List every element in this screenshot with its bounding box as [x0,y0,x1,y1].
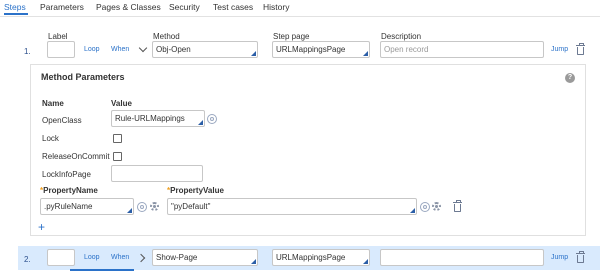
open-rule-icon[interactable] [207,114,217,124]
help-icon[interactable]: ? [565,73,575,83]
jump-link[interactable]: Jump [551,254,568,261]
open-value-icon[interactable] [420,202,430,212]
autocomplete-corner-icon [127,208,132,213]
add-property-icon[interactable]: + [38,221,45,233]
tab-security[interactable]: Security [169,2,200,12]
description-input[interactable] [380,249,544,266]
focus-indicator [70,269,134,271]
method-value: Obj-Open [156,45,191,54]
column-header-label: Label [48,32,68,41]
value-header: Value [111,99,132,108]
when-link[interactable]: When [111,254,129,261]
delete-property-icon[interactable] [453,200,462,212]
property-name-header-text: PropertyName [43,186,98,195]
tab-test-cases[interactable]: Test cases [213,2,253,12]
open-property-icon[interactable] [137,202,147,212]
description-input[interactable]: Open record [380,41,544,58]
property-name-value: .pyRuleName [44,202,93,211]
open-class-value: Rule-URLMappings [115,114,185,123]
property-value-header: *PropertyValue [167,186,224,195]
lock-info-page-label: LockInfoPage [42,170,91,179]
delete-step-icon[interactable] [576,251,585,263]
property-value-header-text: PropertyValue [170,186,224,195]
open-class-label: OpenClass [42,116,82,125]
column-header-description: Description [381,32,422,41]
lock-label: Lock [42,134,59,143]
autocomplete-corner-icon [251,51,256,56]
method-value: Show-Page [156,253,198,262]
step-number: 1. [24,47,31,56]
active-tab-indicator [4,13,28,15]
release-on-commit-label: ReleaseOnCommit [42,152,110,161]
column-header-step-page: Step page [273,32,310,41]
tab-steps[interactable]: Steps [4,2,26,12]
lock-info-page-input[interactable] [111,165,203,182]
release-on-commit-checkbox[interactable] [113,152,122,161]
loop-link[interactable]: Loop [84,254,100,261]
tab-bar: Steps Parameters Pages & Classes Securit… [0,0,600,17]
step-label-input[interactable] [47,41,75,58]
loop-link[interactable]: Loop [84,46,100,53]
column-header-method: Method [153,32,180,41]
step-number: 2. [24,255,31,264]
autocomplete-corner-icon [198,120,203,125]
when-link[interactable]: When [111,46,129,53]
chevron-down-icon[interactable] [138,43,148,53]
delete-step-icon[interactable] [576,43,585,55]
autocomplete-corner-icon [251,259,256,264]
tab-history[interactable]: History [263,2,289,12]
step-page-input[interactable]: URLMappingsPage [272,41,370,58]
step-page-input[interactable]: URLMappingsPage [272,249,370,266]
step-label-input[interactable] [47,249,75,266]
lock-checkbox[interactable] [113,134,122,143]
gear-icon[interactable] [432,202,441,211]
open-class-input[interactable]: Rule-URLMappings [111,110,205,127]
autocomplete-corner-icon [363,51,368,56]
method-input[interactable]: Obj-Open [152,41,258,58]
tab-parameters[interactable]: Parameters [40,2,84,12]
property-value-value: "pyDefault" [171,202,211,211]
method-parameters-title: Method Parameters [41,72,125,82]
property-value-input[interactable]: "pyDefault" [167,198,417,215]
tab-pages-classes[interactable]: Pages & Classes [96,2,161,12]
jump-link[interactable]: Jump [551,46,568,53]
property-name-header: *PropertyName [40,186,98,195]
method-input[interactable]: Show-Page [152,249,258,266]
name-header: Name [42,99,64,108]
gear-icon[interactable] [150,202,159,211]
autocomplete-corner-icon [410,208,415,213]
autocomplete-corner-icon [363,259,368,264]
step-page-value: URLMappingsPage [276,45,346,54]
property-name-input[interactable]: .pyRuleName [40,198,134,215]
step-page-value: URLMappingsPage [276,253,346,262]
